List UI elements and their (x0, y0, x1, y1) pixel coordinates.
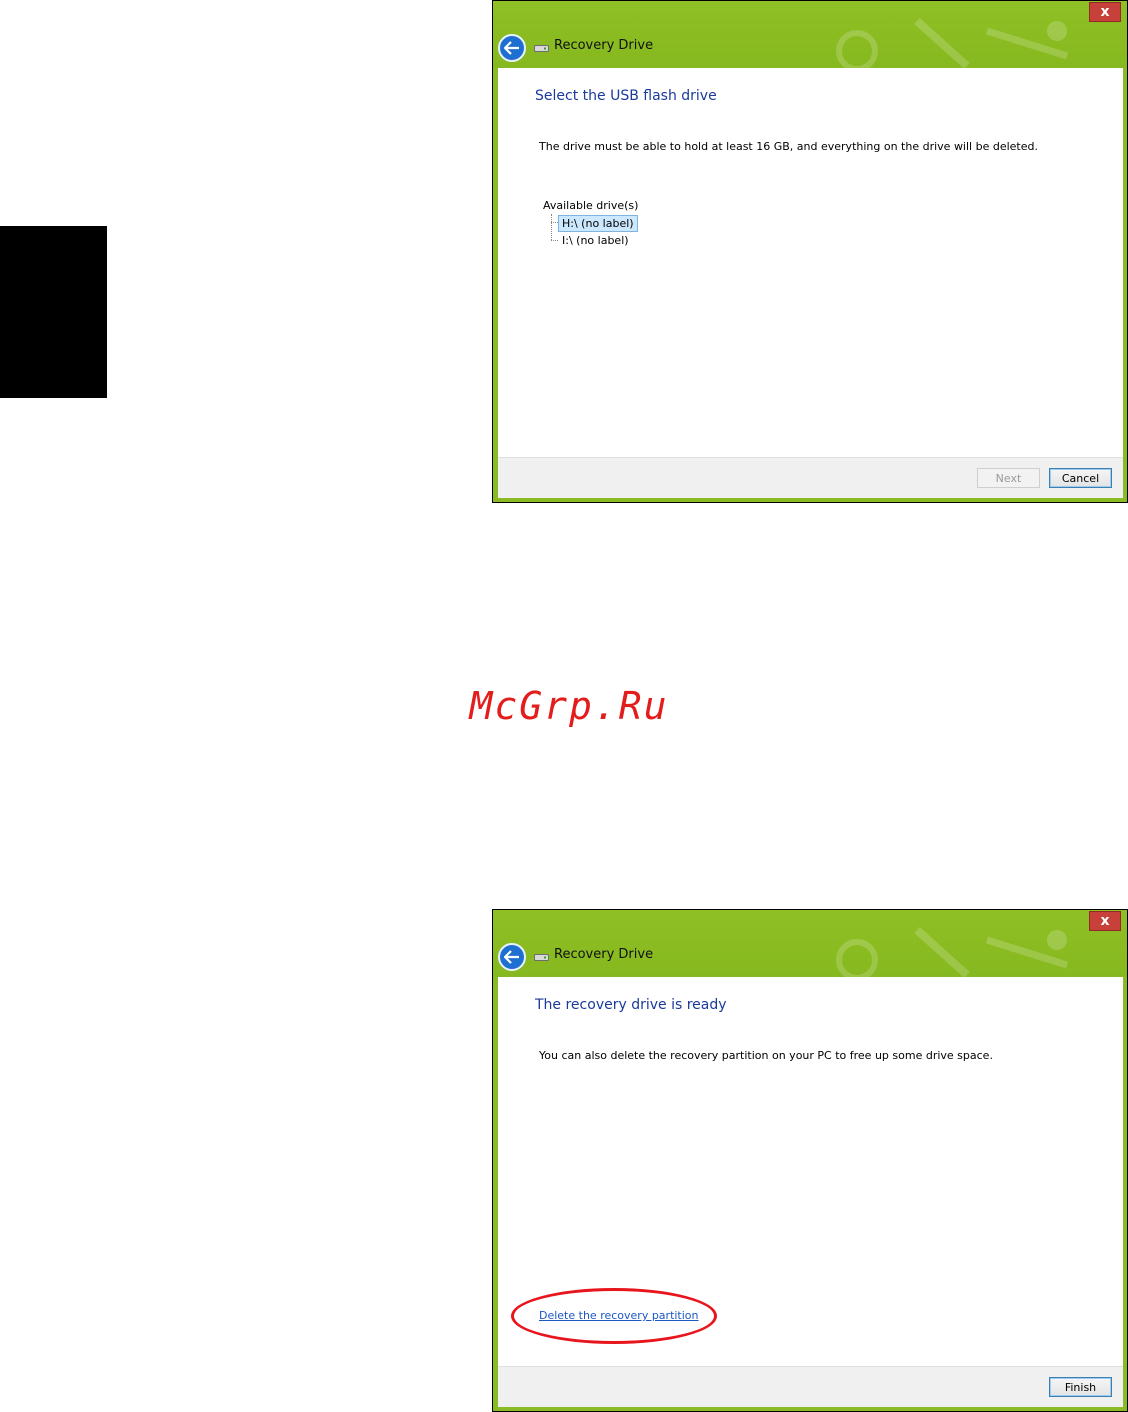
finish-button[interactable]: Finish (1049, 1377, 1112, 1397)
available-drives-label: Available drive(s) (543, 199, 639, 212)
tree-connector (551, 240, 558, 241)
window-title: Recovery Drive (554, 38, 654, 53)
drive-item-h[interactable]: H:\ (no label) (558, 215, 638, 232)
watermark-text: McGrp.Ru (469, 684, 669, 728)
window-title: Recovery Drive (554, 947, 654, 962)
titlebar: x Recovery Drive (493, 910, 1127, 977)
usb-drive-icon (534, 45, 549, 52)
tree-connector (551, 222, 558, 223)
titlebar-tools-decoration-icon (836, 18, 1069, 68)
content-area: Select the USB flash drive The drive mus… (498, 68, 1123, 457)
back-arrow-icon (504, 950, 519, 964)
page-heading: Select the USB flash drive (535, 88, 717, 104)
tree-connector (551, 214, 552, 240)
button-bar: Next Cancel (498, 457, 1123, 498)
button-bar: Finish (498, 1366, 1123, 1407)
back-arrow-icon (504, 41, 519, 55)
usb-drive-icon (534, 954, 549, 961)
back-button[interactable] (498, 943, 526, 971)
titlebar: x Recovery Drive (493, 1, 1127, 68)
drive-item-i[interactable]: I:\ (no label) (559, 233, 632, 248)
cancel-button[interactable]: Cancel (1049, 468, 1112, 488)
close-icon: x (1100, 4, 1110, 20)
titlebar-tools-decoration-icon (836, 927, 1069, 977)
back-button[interactable] (498, 34, 526, 62)
close-icon: x (1100, 913, 1110, 929)
next-button[interactable]: Next (977, 468, 1040, 488)
delete-recovery-partition-link[interactable]: Delete the recovery partition (539, 1309, 699, 1322)
description-text: You can also delete the recovery partiti… (539, 1049, 993, 1062)
description-text: The drive must be able to hold at least … (539, 140, 1038, 153)
close-button[interactable]: x (1089, 911, 1121, 931)
close-button[interactable]: x (1089, 2, 1121, 22)
recovery-drive-window-select: x Recovery Drive Select the USB flash dr… (492, 0, 1128, 503)
content-area: The recovery drive is ready You can also… (498, 977, 1123, 1366)
recovery-drive-window-ready: x Recovery Drive The recovery drive is r… (492, 909, 1128, 1412)
black-side-tab (0, 226, 107, 398)
page-heading: The recovery drive is ready (535, 997, 727, 1013)
